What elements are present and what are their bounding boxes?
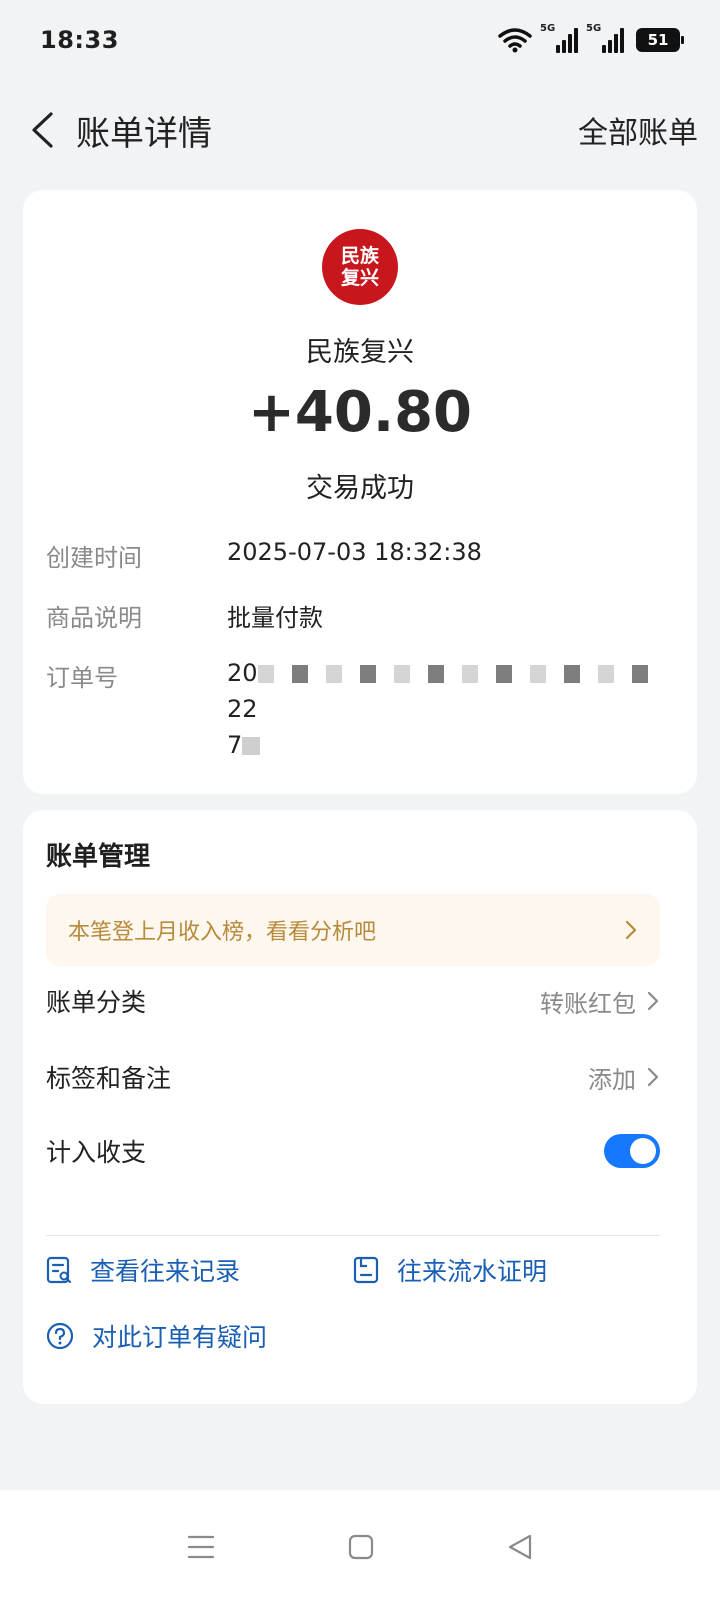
record-list-icon	[46, 1256, 71, 1284]
status-bar: 18:33 5G 5G 51	[0, 0, 720, 80]
chevron-left-icon	[32, 112, 53, 148]
chevron-right-icon	[647, 991, 659, 1011]
bill-category-value: 转账红包	[540, 989, 636, 1018]
nav-bar: 账单详情 全部账单	[0, 90, 720, 170]
order-question-link[interactable]: 对此订单有疑问	[46, 1304, 267, 1368]
product-desc-label: 商品说明	[46, 604, 142, 632]
tags-notes-value: 添加	[588, 1065, 636, 1094]
merchant-name: 民族复兴	[306, 337, 414, 368]
logo-text-line1: 民族	[340, 245, 379, 267]
product-desc-value: 批量付款	[227, 604, 323, 632]
order-number-line2: 7	[227, 731, 243, 759]
tags-notes-label: 标签和备注	[46, 1064, 172, 1093]
battery-icon: 51	[636, 28, 684, 52]
statement-proof-label: 往来流水证明	[397, 1257, 548, 1286]
merchant-logo: 民族 复兴	[322, 229, 398, 305]
bill-amount: +40.80	[247, 380, 473, 445]
signal-tag: 5G	[586, 23, 602, 34]
income-analysis-banner[interactable]: 本笔登上月收入榜，看看分析吧	[46, 894, 660, 966]
signal-icon: 5G	[586, 23, 624, 53]
count-in-budget-row: 计入收支	[46, 1126, 660, 1176]
order-question-label: 对此订单有疑问	[92, 1323, 268, 1352]
promo-text: 本笔登上月收入榜，看看分析吧	[68, 920, 377, 945]
chevron-right-icon	[625, 920, 637, 940]
tags-notes-row[interactable]: 标签和备注 添加	[46, 1052, 660, 1102]
bill-category-row[interactable]: 账单分类 转账红包	[46, 976, 660, 1026]
signal-tag: 5G	[540, 23, 556, 34]
signal-icon: 5G	[540, 23, 578, 53]
statement-proof-link[interactable]: 往来流水证明	[353, 1238, 547, 1302]
trade-status: 交易成功	[306, 473, 414, 504]
status-icons: 5G 5G 51	[498, 23, 684, 53]
page-title: 账单详情	[76, 113, 212, 154]
back-triangle-icon[interactable]	[507, 1533, 533, 1561]
document-icon	[353, 1256, 379, 1284]
count-in-budget-label: 计入收支	[46, 1138, 147, 1167]
divider	[46, 1235, 660, 1236]
order-number-value[interactable]: 20 22 7	[227, 655, 667, 763]
menu-icon[interactable]	[187, 1534, 215, 1560]
wifi-icon	[498, 28, 532, 53]
bill-category-label: 账单分类	[46, 988, 147, 1017]
bill-management-card: 账单管理 本笔登上月收入榜，看看分析吧 账单分类 转账红包 标签和备注 添加 计…	[23, 810, 697, 1404]
order-number-end: 22	[227, 695, 258, 723]
view-records-link[interactable]: 查看往来记录	[46, 1238, 240, 1302]
order-number-redacted	[242, 737, 261, 755]
system-nav-bar	[0, 1490, 720, 1604]
management-title: 账单管理	[46, 842, 151, 872]
created-time-label: 创建时间	[46, 544, 142, 572]
back-button[interactable]	[20, 108, 64, 152]
all-bills-link[interactable]: 全部账单	[578, 108, 698, 152]
view-records-label: 查看往来记录	[90, 1257, 241, 1286]
chevron-right-icon	[647, 1067, 659, 1087]
help-circle-icon	[46, 1322, 74, 1350]
home-icon[interactable]	[348, 1534, 374, 1560]
logo-text-line2: 复兴	[340, 267, 379, 289]
order-number-label: 订单号	[46, 664, 118, 692]
battery-level: 51	[647, 31, 669, 49]
order-number-start: 20	[227, 659, 258, 687]
created-time-value: 2025-07-03 18:32:38	[227, 538, 482, 566]
bill-detail-card: 民族 复兴 民族复兴 +40.80 交易成功 创建时间 2025-07-03 1…	[23, 190, 697, 794]
count-in-budget-toggle[interactable]	[604, 1134, 660, 1168]
order-number-redacted	[257, 665, 658, 683]
status-time: 18:33	[40, 26, 119, 54]
